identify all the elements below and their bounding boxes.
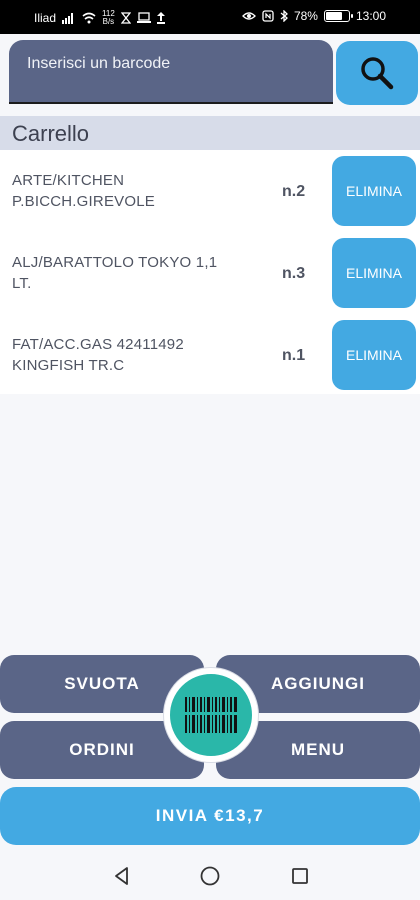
system-nav-bar <box>0 850 420 900</box>
barcode-input[interactable] <box>27 52 317 76</box>
nav-back-button[interactable] <box>110 864 134 888</box>
laptop-icon <box>136 12 151 23</box>
recents-square-icon <box>292 868 308 884</box>
battery-fill <box>325 12 343 20</box>
send-order-button[interactable]: INVIA €13,7 <box>0 787 420 845</box>
item-name: ARTE/KITCHEN P.BICCH.GIREVOLE <box>12 170 262 212</box>
item-name-line: FAT/ACC.GAS 42411492 <box>12 336 184 353</box>
item-name-line: ALJ/BARATTOLO TOKYO 1,1 <box>12 254 218 271</box>
scan-barcode-button[interactable] <box>164 668 258 762</box>
barcode-icon <box>184 697 238 733</box>
upload-icon <box>156 12 165 24</box>
item-name-line: ARTE/KITCHEN <box>12 172 125 189</box>
item-name-line: P.BICCH.GIREVOLE <box>12 193 155 210</box>
item-name: ALJ/BARATTOLO TOKYO 1,1 LT. <box>12 252 262 294</box>
item-name: FAT/ACC.GAS 42411492 KINGFISH TR.C <box>12 334 262 376</box>
item-quantity: n.2 <box>282 183 306 200</box>
status-bar: Iliad 112 B/s 78% 13:00 <box>0 0 420 34</box>
search-button[interactable] <box>336 41 418 105</box>
delete-button[interactable]: ELIMINA <box>332 238 416 308</box>
item-quantity: n.1 <box>282 347 306 364</box>
barcode-search-field[interactable] <box>9 40 333 104</box>
clock: 13:00 <box>355 9 386 23</box>
battery-icon <box>323 10 353 22</box>
hourglass-icon <box>120 12 131 24</box>
back-triangle-icon <box>115 867 128 885</box>
nfc-icon <box>262 10 274 22</box>
carrier-label: Iliad <box>34 11 57 25</box>
list-item: ALJ/BARATTOLO TOKYO 1,1 LT. n.3 ELIMINA <box>0 232 420 314</box>
nav-home-button[interactable] <box>198 864 222 888</box>
list-item: FAT/ACC.GAS 42411492 KINGFISH TR.C n.1 E… <box>0 314 420 396</box>
nav-recents-button[interactable] <box>288 864 312 888</box>
delete-button[interactable]: ELIMINA <box>332 156 416 226</box>
item-name-line: KINGFISH TR.C <box>12 357 125 374</box>
delete-button[interactable]: ELIMINA <box>332 320 416 390</box>
bluetooth-icon <box>280 10 288 22</box>
eye-icon <box>242 12 256 20</box>
data-speed: 112 B/s <box>102 10 115 26</box>
signal-icon <box>62 13 74 24</box>
search-icon <box>361 57 394 90</box>
cart-header: Carrello <box>0 116 420 150</box>
list-item: ARTE/KITCHEN P.BICCH.GIREVOLE n.2 ELIMIN… <box>0 150 420 232</box>
item-name-line: LT. <box>12 275 32 292</box>
cart-title: Carrello <box>12 121 90 146</box>
item-quantity: n.3 <box>282 265 306 282</box>
data-speed-unit: B/s <box>102 17 115 26</box>
home-circle-icon <box>200 866 220 886</box>
battery-percent: 78% <box>293 9 318 23</box>
wifi-icon <box>82 12 96 24</box>
cart-list: ARTE/KITCHEN P.BICCH.GIREVOLE n.2 ELIMIN… <box>0 150 420 394</box>
